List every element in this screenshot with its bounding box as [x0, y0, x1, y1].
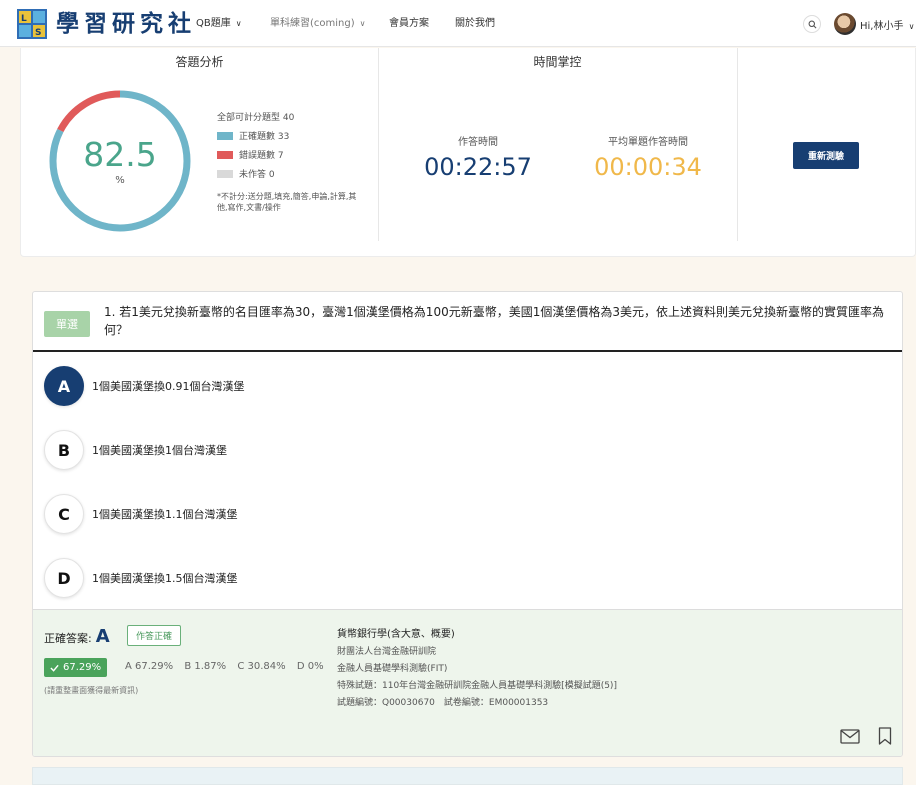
legend-correct-label: 正確題數 33	[239, 132, 290, 142]
question-text: 1. 若1美元兌換新臺幣的名目匯率為30，臺灣1個漢堡價格為100元新臺幣，美國…	[104, 305, 884, 337]
svg-text:S: S	[35, 28, 41, 38]
feedback-button[interactable]	[839, 725, 861, 747]
avg-time-label: 平均單題作答時間	[608, 137, 688, 148]
chevron-down-icon: ∨	[235, 19, 242, 28]
legend-swatch	[217, 169, 233, 178]
nav-qb-label: QB題庫	[196, 18, 231, 29]
divider	[378, 48, 379, 241]
option-a[interactable]: A 1個美國漢堡換0.91個台灣漢堡	[44, 366, 884, 406]
dist-d: D 0%	[296, 661, 324, 672]
option-a-text: 1個美國漢堡換0.91個台灣漢堡	[92, 380, 245, 393]
correct-rate-value: 67.29%	[63, 662, 102, 673]
option-b-letter[interactable]: B	[44, 430, 84, 470]
refresh-note: (請重整畫面獲得最新資訊)	[44, 686, 139, 695]
time-spent-value: 00:22:57	[424, 153, 532, 181]
nav-membership[interactable]: 會員方案	[389, 17, 429, 31]
bookmark-icon	[878, 727, 892, 745]
divider	[33, 350, 902, 352]
legend-unanswered: 未作答 0	[217, 167, 275, 180]
correct-rate-chip: 67.29%	[44, 658, 108, 677]
divider	[737, 48, 738, 241]
option-d[interactable]: D 1個美國漢堡換1.5個台灣漢堡	[44, 558, 884, 598]
option-a-letter[interactable]: A	[44, 366, 84, 406]
analysis-title: 答題分析	[175, 55, 224, 69]
nav-about-label: 關於我們	[455, 18, 495, 29]
logo-icon[interactable]: L S	[17, 9, 47, 39]
legend-correct: 正確題數 33	[217, 129, 289, 142]
legend-swatch	[217, 150, 233, 159]
correct-answer-label: 正確答案:	[44, 632, 92, 645]
chevron-down-icon: ∨	[908, 22, 915, 31]
option-c-letter[interactable]: C	[44, 494, 84, 534]
question-type-badge: 單選	[44, 311, 90, 337]
next-question-card	[32, 767, 903, 785]
score-value: 82.5	[83, 135, 157, 174]
scoring-note: *不計分:送分題,填充,簡答,申論,計算,其他,寫作,文書/操作	[217, 192, 357, 212]
chevron-down-icon: ∨	[359, 19, 366, 28]
result-stats-card: 答題分析 82.5 % 全部可計分題型 40 正確題數 33 錯誤題數 7 未作…	[20, 48, 916, 257]
dist-b: B 1.87%	[184, 661, 227, 672]
avg-time-value: 00:00:34	[594, 153, 702, 181]
legend-swatch	[217, 131, 233, 140]
svg-text:L: L	[21, 14, 27, 24]
organization: 財團法人台灣金融研訓院	[337, 647, 437, 657]
special-exam: 特殊試題：110年台灣金融研訓院金融人員基礎學科測驗[模擬試題(5)]	[337, 681, 617, 691]
answer-panel: 正確答案: A 作答正確 67.29% A 67.29% B 1.87% C 3…	[33, 609, 902, 756]
retake-test-button[interactable]: 重新測驗	[793, 142, 859, 169]
user-menu[interactable]: Hi,林小手 ∨	[860, 17, 915, 32]
page: L S 學習研究社 QB題庫 ∨ 單科練習(coming) ∨ 會員方案 關於我們 …	[0, 0, 916, 785]
answer-distribution: A 67.29% B 1.87% C 30.84% D 0%	[125, 661, 332, 672]
search-icon	[808, 20, 816, 28]
exam-name: 金融人員基礎學科測驗(FIT)	[337, 664, 448, 674]
logo-text[interactable]: 學習研究社	[56, 9, 196, 39]
legend-unanswered-label: 未作答 0	[239, 170, 275, 180]
top-navbar: L S 學習研究社 QB題庫 ∨ 單科練習(coming) ∨ 會員方案 關於我們 …	[0, 0, 916, 47]
option-c[interactable]: C 1個美國漢堡換1.1個台灣漢堡	[44, 494, 884, 534]
nav-membership-label: 會員方案	[389, 18, 429, 29]
option-b-text: 1個美國漢堡換1個台灣漢堡	[92, 444, 227, 457]
option-d-text: 1個美國漢堡換1.5個台灣漢堡	[92, 572, 238, 585]
avatar[interactable]	[834, 13, 856, 35]
dist-a: A 67.29%	[125, 661, 174, 672]
mail-icon	[840, 728, 860, 744]
option-c-text: 1個美國漢堡換1.1個台灣漢堡	[92, 508, 238, 521]
legend-wrong: 錯誤題數 7	[217, 148, 284, 161]
score-unit: %	[115, 175, 125, 186]
time-title: 時間掌控	[533, 55, 582, 69]
search-button[interactable]	[803, 15, 821, 33]
user-greeting: Hi,林小手	[860, 21, 904, 32]
option-b[interactable]: B 1個美國漢堡換1個台灣漢堡	[44, 430, 884, 470]
check-icon	[50, 664, 59, 672]
nav-single-subject[interactable]: 單科練習(coming) ∨	[270, 17, 365, 31]
question-ids: 試題編號：Q00030670 試卷編號：EM00001353	[337, 698, 549, 708]
legend-total: 全部可計分題型 40	[217, 113, 295, 123]
bookmark-button[interactable]	[874, 725, 896, 747]
nav-about[interactable]: 關於我們	[455, 17, 495, 31]
nav-single-subject-label: 單科練習(coming)	[270, 18, 355, 29]
answer-status-tag: 作答正確	[127, 625, 182, 646]
option-d-letter[interactable]: D	[44, 558, 84, 598]
subject-name[interactable]: 貨幣銀行學(含大意、概要)	[337, 625, 455, 640]
time-spent-label: 作答時間	[458, 137, 498, 148]
correct-answer: 正確答案: A	[44, 626, 110, 647]
nav-qb[interactable]: QB題庫 ∨	[196, 17, 242, 31]
question-card: 單選 1. 若1美元兌換新臺幣的名目匯率為30，臺灣1個漢堡價格為100元新臺幣…	[32, 291, 903, 757]
correct-answer-letter: A	[95, 626, 110, 647]
dist-c: C 30.84%	[237, 661, 286, 672]
legend-wrong-label: 錯誤題數 7	[239, 151, 284, 161]
